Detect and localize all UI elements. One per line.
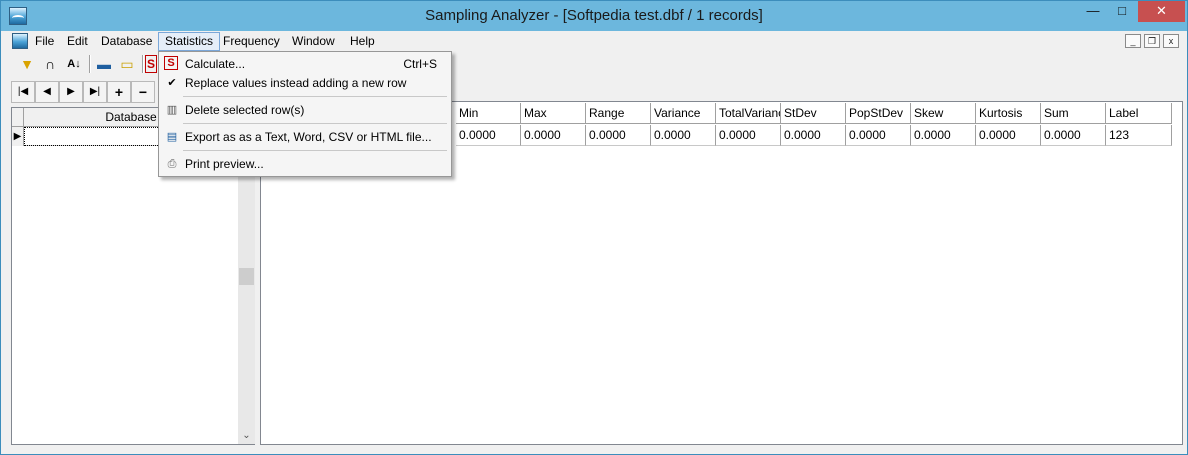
mdi-minimize-button[interactable]: _: [1125, 34, 1141, 48]
table-cell[interactable]: 0.0000: [456, 125, 521, 146]
column-header-popstdev[interactable]: PopStDev: [846, 103, 911, 124]
first-record-button[interactable]: |◀: [11, 81, 35, 103]
prior-record-button[interactable]: ◀: [35, 81, 59, 103]
table-cell[interactable]: 0.0000: [911, 125, 976, 146]
table-cell[interactable]: 0.0000: [716, 125, 781, 146]
menu-bar: File Edit Database Statistics Frequency …: [1, 31, 1187, 51]
export-icon: ▤: [166, 131, 178, 143]
menu-item-print-preview[interactable]: ⎙ Print preview...: [161, 154, 449, 174]
filter-icon[interactable]: ▼: [16, 53, 38, 75]
title-bar[interactable]: Sampling Analyzer - [Softpedia test.dbf …: [1, 1, 1187, 31]
sort-icon[interactable]: A↓: [63, 53, 85, 75]
menu-edit[interactable]: Edit: [61, 32, 94, 51]
last-record-button[interactable]: ▶|: [83, 81, 107, 103]
column-header-label[interactable]: Label: [1106, 103, 1172, 124]
toolbar-separator: [142, 55, 144, 73]
table-cell[interactable]: 0.0000: [976, 125, 1041, 146]
open-folder-icon[interactable]: ▭: [116, 53, 138, 75]
column-header-kurtosis[interactable]: Kurtosis: [976, 103, 1041, 124]
mdi-close-button[interactable]: x: [1163, 34, 1179, 48]
menu-separator: [183, 123, 447, 124]
insert-record-button[interactable]: +: [107, 81, 131, 103]
table-cell[interactable]: 0.0000: [781, 125, 846, 146]
menu-separator: [183, 150, 447, 151]
table-cell[interactable]: 0.0000: [846, 125, 911, 146]
column-header-skew[interactable]: Skew: [911, 103, 976, 124]
column-header-max[interactable]: Max: [521, 103, 586, 124]
column-header-sum[interactable]: Sum: [1041, 103, 1106, 124]
menu-help[interactable]: Help: [344, 32, 381, 51]
delete-record-button[interactable]: −: [131, 81, 155, 103]
trash-icon: ▥: [166, 104, 178, 116]
menu-item-calculate[interactable]: S Calculate... Ctrl+S: [161, 54, 449, 74]
menu-statistics[interactable]: Statistics: [158, 32, 221, 51]
table-cell[interactable]: 123: [1106, 125, 1172, 146]
menu-file[interactable]: File: [29, 32, 60, 51]
mdi-restore-button[interactable]: ❐: [1144, 34, 1160, 48]
window-title: Sampling Analyzer - [Softpedia test.dbf …: [425, 7, 763, 24]
calculate-icon: S: [164, 56, 178, 70]
menu-frequency[interactable]: Frequency: [217, 32, 286, 51]
document-icon[interactable]: [12, 33, 28, 49]
table-cell[interactable]: 0.0000: [586, 125, 651, 146]
table-cell[interactable]: 0.0000: [521, 125, 586, 146]
next-record-button[interactable]: ▶: [59, 81, 83, 103]
menu-item-export[interactable]: ▤ Export as as a Text, Word, CSV or HTML…: [161, 127, 449, 147]
menu-item-label: Replace values instead adding a new row: [185, 76, 407, 90]
column-header-variance[interactable]: Variance: [651, 103, 716, 124]
table-cell[interactable]: 0.0000: [1041, 125, 1106, 146]
statistics-icon[interactable]: S: [145, 55, 157, 73]
menu-item-label: Calculate...: [185, 57, 246, 71]
statistics-menu: S Calculate... Ctrl+S ✔ Replace values i…: [158, 51, 452, 177]
menu-database[interactable]: Database: [95, 32, 158, 51]
indicator-column: [12, 108, 24, 127]
close-button[interactable]: ✕: [1138, 1, 1185, 22]
menu-item-shortcut: Ctrl+S: [403, 57, 437, 71]
menu-item-replace-values[interactable]: ✔ Replace values instead adding a new ro…: [161, 73, 449, 93]
checkmark-icon: ✔: [167, 77, 177, 89]
menu-separator: [183, 96, 447, 97]
scroll-down-arrow-icon[interactable]: ⌄: [238, 428, 255, 444]
column-header-min[interactable]: Min: [456, 103, 521, 124]
printer-icon: ⎙: [167, 158, 177, 170]
menu-item-label: Export as as a Text, Word, CSV or HTML f…: [185, 130, 432, 144]
save-icon[interactable]: ▬: [93, 53, 115, 75]
column-header-totalvariance[interactable]: TotalVarianc: [716, 103, 781, 124]
table-cell[interactable]: 0.0000: [651, 125, 716, 146]
menu-window[interactable]: Window: [286, 32, 341, 51]
menu-item-label: Print preview...: [185, 157, 264, 171]
minimize-button[interactable]: —: [1078, 1, 1108, 22]
app-window: Sampling Analyzer - [Softpedia test.dbf …: [0, 0, 1188, 455]
menu-item-delete-rows[interactable]: ▥ Delete selected row(s): [161, 100, 449, 120]
scrollbar-thumb[interactable]: [239, 268, 254, 285]
maximize-button[interactable]: □: [1108, 1, 1136, 22]
column-header-stdev[interactable]: StDev: [781, 103, 846, 124]
menu-item-label: Delete selected row(s): [185, 103, 305, 117]
row-indicator-icon: ▶: [12, 127, 24, 146]
toolbar-separator: [89, 55, 91, 73]
column-header-range[interactable]: Range: [586, 103, 651, 124]
curve-icon[interactable]: ∩: [39, 53, 61, 75]
